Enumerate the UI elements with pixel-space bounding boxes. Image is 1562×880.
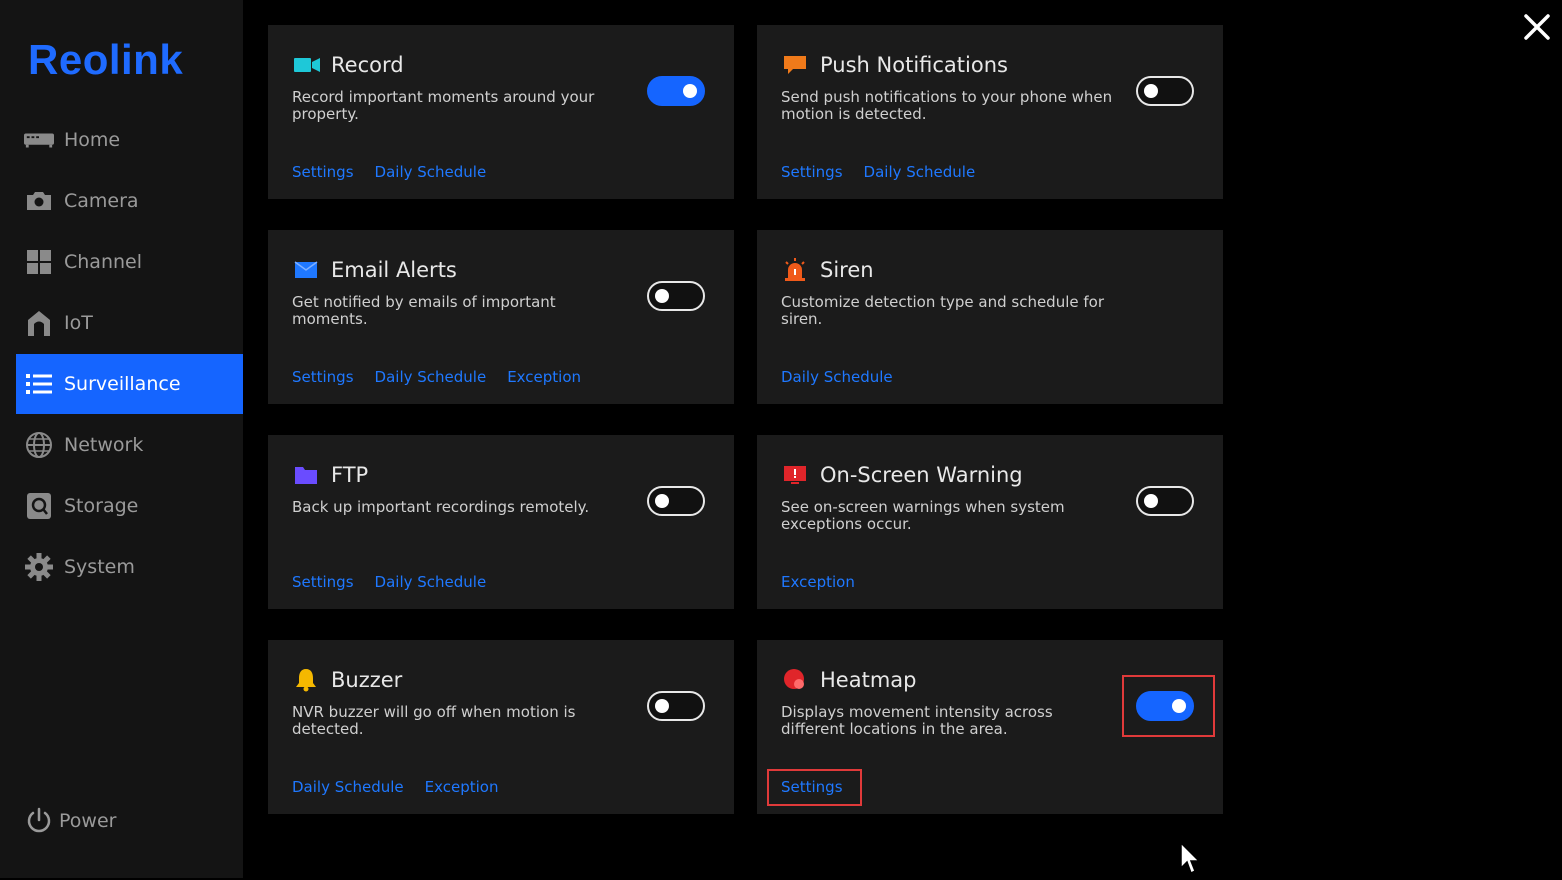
- card-buzzer: Buzzer NVR buzzer will go off when motio…: [268, 640, 734, 814]
- power-icon: [24, 806, 54, 836]
- settings-link[interactable]: Settings: [292, 368, 354, 386]
- sidebar: Reolink Home Camera Channel IoT Surveill…: [0, 0, 243, 878]
- camera-icon: [24, 186, 54, 216]
- exception-link[interactable]: Exception: [781, 573, 855, 591]
- close-button[interactable]: [1520, 10, 1554, 44]
- chat-bubble-icon: [783, 53, 807, 77]
- highlight-box-toggle: [1122, 675, 1215, 737]
- card-on-screen-warning: On-Screen Warning See on-screen warnings…: [757, 435, 1223, 609]
- card-title: Heatmap: [820, 668, 917, 692]
- toggle-knob: [655, 699, 669, 713]
- card-title: Push Notifications: [820, 53, 1008, 77]
- card-title: Buzzer: [331, 668, 403, 692]
- power-label: Power: [59, 810, 117, 832]
- settings-link[interactable]: Settings: [781, 163, 843, 181]
- warning-monitor-icon: [783, 463, 807, 487]
- card-description: See on-screen warnings when system excep…: [781, 498, 1065, 533]
- toggle-knob: [1144, 494, 1158, 508]
- siren-icon: [783, 258, 807, 282]
- toggle-knob: [1144, 84, 1158, 98]
- sidebar-item-label: IoT: [64, 312, 93, 334]
- video-camera-icon: [294, 53, 320, 77]
- toggle-knob: [655, 494, 669, 508]
- sidebar-item-storage[interactable]: Storage: [16, 476, 243, 536]
- settings-link[interactable]: Settings: [292, 573, 354, 591]
- sidebar-item-label: System: [64, 556, 135, 578]
- sidebar-item-label: Home: [64, 129, 121, 151]
- record-toggle[interactable]: [647, 76, 705, 106]
- card-title: Record: [331, 53, 404, 77]
- storage-icon: [24, 491, 54, 521]
- daily-schedule-link[interactable]: Daily Schedule: [292, 778, 404, 796]
- card-email-alerts: Email Alerts Get notified by emails of i…: [268, 230, 734, 404]
- sidebar-item-label: Channel: [64, 251, 143, 273]
- close-icon: [1524, 14, 1550, 40]
- card-record: Record Record important moments around y…: [268, 25, 734, 199]
- card-ftp: FTP Back up important recordings remotel…: [268, 435, 734, 609]
- power-button[interactable]: Power: [24, 806, 116, 836]
- daily-schedule-link[interactable]: Daily Schedule: [864, 163, 976, 181]
- card-title: Email Alerts: [331, 258, 457, 282]
- heatmap-icon: [783, 668, 807, 692]
- daily-schedule-link[interactable]: Daily Schedule: [375, 573, 487, 591]
- sidebar-item-label: Camera: [64, 190, 139, 212]
- ftp-toggle[interactable]: [647, 486, 705, 516]
- sidebar-item-iot[interactable]: IoT: [16, 293, 243, 353]
- daily-schedule-link[interactable]: Daily Schedule: [375, 163, 487, 181]
- push-notifications-toggle[interactable]: [1136, 76, 1194, 106]
- globe-icon: [24, 430, 54, 460]
- sidebar-item-network[interactable]: Network: [16, 415, 243, 475]
- highlight-box-settings: [767, 769, 862, 806]
- list-icon: [24, 369, 54, 399]
- card-description: Send push notifications to your phone wh…: [781, 88, 1113, 123]
- exception-link[interactable]: Exception: [507, 368, 581, 386]
- card-title: Siren: [820, 258, 874, 282]
- card-push-notifications: Push Notifications Send push notificatio…: [757, 25, 1223, 199]
- toggle-knob: [655, 289, 669, 303]
- bell-icon: [294, 668, 318, 692]
- envelope-icon: [294, 258, 318, 282]
- card-description: Displays movement intensity across diffe…: [781, 703, 1053, 738]
- sidebar-item-channel[interactable]: Channel: [16, 232, 243, 292]
- settings-link[interactable]: Settings: [292, 163, 354, 181]
- buzzer-toggle[interactable]: [647, 691, 705, 721]
- card-title: FTP: [331, 463, 369, 487]
- folder-icon: [294, 463, 318, 487]
- on-screen-warning-toggle[interactable]: [1136, 486, 1194, 516]
- sidebar-item-surveillance[interactable]: Surveillance: [16, 354, 243, 414]
- sidebar-item-system[interactable]: System: [16, 537, 243, 597]
- card-siren: Siren Customize detection type and sched…: [757, 230, 1223, 404]
- mouse-cursor: [1180, 841, 1202, 876]
- reolink-logo: Reolink: [28, 36, 184, 83]
- card-description: NVR buzzer will go off when motion is de…: [292, 703, 576, 738]
- card-description: Record important moments around your pro…: [292, 88, 595, 123]
- card-description: Back up important recordings remotely.: [292, 498, 590, 516]
- sidebar-item-camera[interactable]: Camera: [16, 171, 243, 231]
- sidebar-item-label: Surveillance: [64, 373, 181, 395]
- exception-link[interactable]: Exception: [425, 778, 499, 796]
- iot-icon: [24, 308, 54, 338]
- sidebar-item-label: Network: [64, 434, 144, 456]
- card-description: Customize detection type and schedule fo…: [781, 293, 1104, 328]
- daily-schedule-link[interactable]: Daily Schedule: [781, 368, 893, 386]
- sidebar-item-label: Storage: [64, 495, 139, 517]
- home-icon: [24, 125, 54, 155]
- card-description: Get notified by emails of important mome…: [292, 293, 556, 328]
- email-alerts-toggle[interactable]: [647, 281, 705, 311]
- toggle-knob: [683, 84, 697, 98]
- daily-schedule-link[interactable]: Daily Schedule: [375, 368, 487, 386]
- card-title: On-Screen Warning: [820, 463, 1023, 487]
- gear-icon: [24, 552, 54, 582]
- sidebar-item-home[interactable]: Home: [16, 110, 243, 170]
- channel-icon: [24, 247, 54, 277]
